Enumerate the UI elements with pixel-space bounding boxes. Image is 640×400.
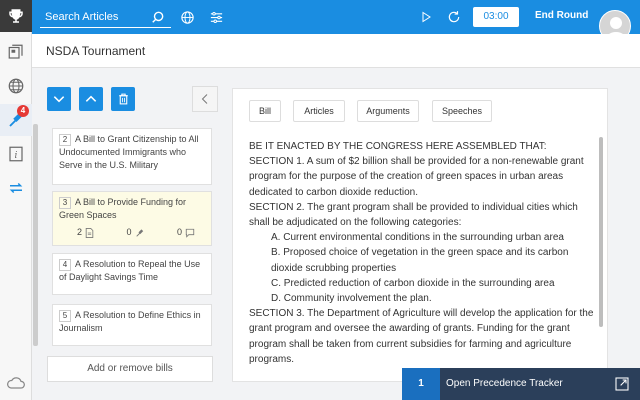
bill-number: 3 (59, 197, 71, 209)
play-icon[interactable] (417, 8, 435, 26)
document-icon (85, 227, 94, 238)
speech-count: 0 (126, 227, 132, 237)
add-remove-bills-button[interactable]: Add or remove bills (47, 356, 213, 382)
globe-icon[interactable] (0, 70, 32, 102)
comment-count: 0 (176, 227, 182, 237)
bill-text-line: SECTION 1. A sum of $2 billion shall be … (249, 156, 584, 198)
bill-text-line: C. Predicted reduction of carbon dioxide… (271, 277, 555, 289)
tab-speeches[interactable]: Speeches (432, 100, 492, 122)
bill-title: A Bill to Provide Funding for Green Spac… (59, 197, 187, 220)
bill-content-panel: Bill Articles Arguments Speeches BE IT E… (232, 88, 608, 382)
tab-arguments[interactable]: Arguments (357, 100, 419, 122)
collapse-panel-button[interactable] (192, 86, 218, 112)
bill-number: 5 (59, 310, 71, 322)
svg-text:i: i (15, 151, 18, 161)
round-timer[interactable]: 03:00 (473, 7, 519, 27)
title-bar: NSDA Tournament (32, 34, 640, 68)
bill-text-line: B. Proposed choice of vegetation in the … (271, 247, 569, 274)
bill-item[interactable]: 5A Resolution to Define Ethics in Journa… (52, 304, 212, 346)
bill-number: 2 (59, 134, 71, 146)
bill-title: A Resolution to Define Ethics in Journal… (59, 310, 201, 333)
notification-badge: 4 (17, 105, 29, 117)
swap-icon[interactable] (0, 172, 32, 204)
tab-bill[interactable]: Bill (249, 100, 281, 122)
documents-icon[interactable] (0, 36, 32, 68)
bill-text-line: A. Current environmental conditions in t… (271, 232, 564, 244)
filter-sliders-icon[interactable] (207, 8, 225, 26)
refresh-icon[interactable] (445, 8, 463, 26)
move-up-button[interactable] (79, 87, 103, 111)
bill-text-line: BE IT ENACTED BY THE CONGRESS HERE ASSEM… (249, 141, 547, 152)
bill-text-scrollbar[interactable] (599, 137, 603, 327)
page-title: NSDA Tournament (46, 44, 146, 58)
precedence-tracker-button[interactable]: 1 Open Precedence Tracker (402, 368, 640, 400)
tab-articles[interactable]: Articles (293, 100, 345, 122)
trophy-icon[interactable] (0, 0, 32, 32)
search-icon[interactable] (149, 8, 167, 26)
doc-count: 2 (77, 227, 83, 237)
tracker-count: 1 (402, 368, 440, 400)
tracker-label: Open Precedence Tracker (446, 378, 563, 389)
move-down-button[interactable] (47, 87, 71, 111)
bill-text-line: SECTION 3. The Department of Agriculture… (249, 308, 594, 365)
left-rail: 4 i (0, 0, 32, 400)
cloud-icon[interactable] (0, 376, 32, 390)
comment-icon (185, 228, 195, 238)
bill-title: A Resolution to Repeal the Use of Daylig… (59, 259, 201, 282)
delete-button[interactable] (111, 87, 135, 111)
bill-item-selected[interactable]: 3A Bill to Provide Funding for Green Spa… (52, 191, 212, 246)
bill-stats: 2 0 0 (59, 222, 205, 239)
gavel-icon (135, 228, 143, 237)
globe-icon[interactable] (178, 8, 196, 26)
bill-item[interactable]: 2A Bill to Grant Citizenship to All Undo… (52, 128, 212, 185)
bill-text-line: SECTION 2. The grant program shall be pr… (249, 201, 578, 229)
top-bar: Search Articles 03:00 End Round (32, 0, 640, 42)
bill-text-line: D. Community involvement the plan. (271, 293, 432, 305)
end-round-button[interactable]: End Round (535, 10, 588, 21)
bill-item[interactable]: 4A Resolution to Repeal the Use of Dayli… (52, 253, 212, 295)
bill-number: 4 (59, 259, 71, 271)
gavel-icon[interactable]: 4 (0, 104, 32, 136)
expand-icon (614, 376, 630, 395)
bill-list-scrollbar[interactable] (33, 124, 38, 346)
bill-text: BE IT ENACTED BY THE CONGRESS HERE ASSEM… (249, 139, 597, 367)
bill-title: A Bill to Grant Citizenship to All Undoc… (59, 134, 199, 170)
info-icon[interactable]: i (0, 138, 32, 170)
